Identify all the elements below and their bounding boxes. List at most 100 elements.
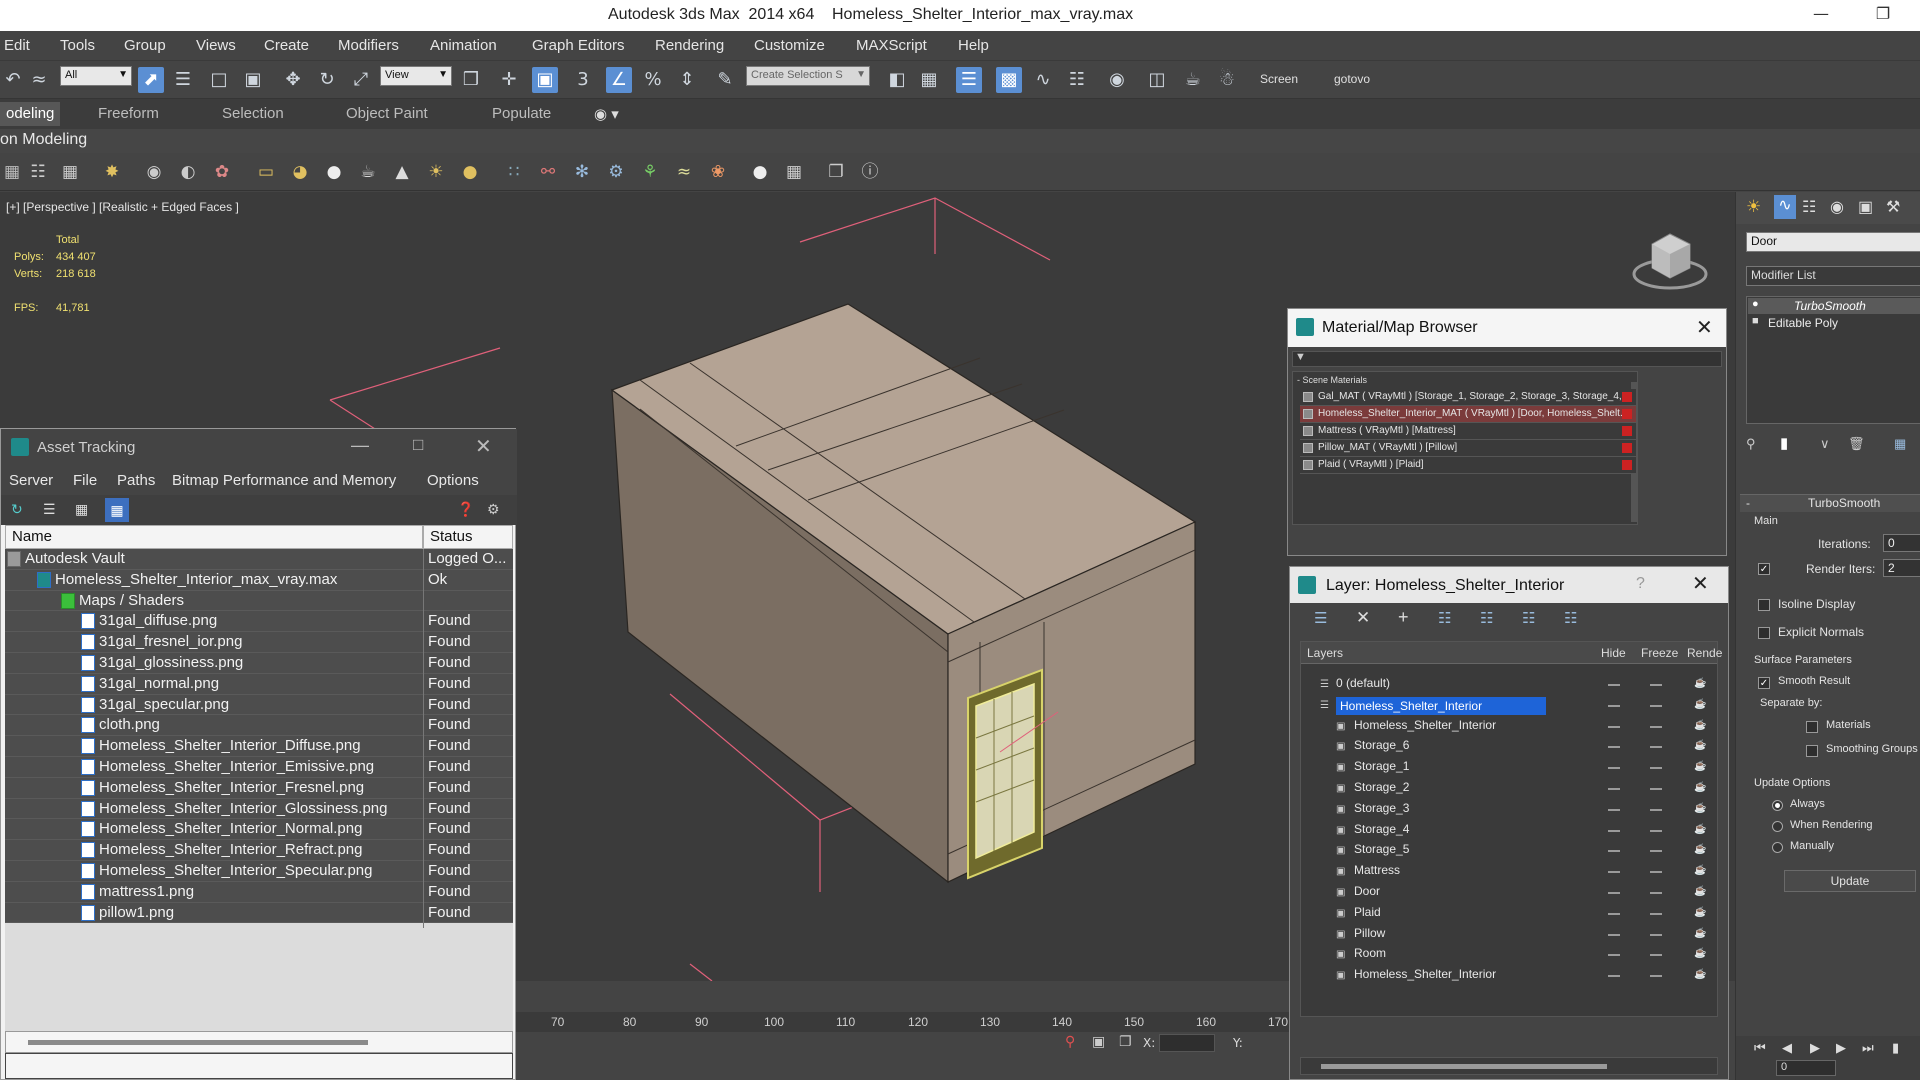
- play-icon[interactable]: ▶: [1810, 1040, 1820, 1056]
- layer-row[interactable]: ▣ Homeless_Shelter_Interior ☕: [1302, 966, 1714, 987]
- table-row[interactable]: Homeless_Shelter_Interior_Emissive.png Fo…: [5, 757, 513, 782]
- smooth-result-checkbox[interactable]: ✓: [1758, 677, 1770, 689]
- modify-tab-icon[interactable]: ∿: [1774, 195, 1796, 219]
- asset-menu-options[interactable]: Options: [427, 472, 479, 489]
- render-sphere-icon[interactable]: ●: [748, 160, 772, 184]
- ref-coord-dropdown[interactable]: View ▼: [380, 66, 452, 86]
- material-item[interactable]: Mattress ( VRayMtl ) [Mattress]: [1300, 423, 1636, 440]
- menu-help[interactable]: Help: [958, 37, 989, 54]
- gear-icon[interactable]: ⚙: [604, 160, 628, 184]
- hair-icon[interactable]: ≈: [672, 160, 696, 184]
- table-view-icon[interactable]: ▦: [75, 501, 88, 518]
- particles-icon[interactable]: ✿: [210, 160, 234, 184]
- scatter-icon[interactable]: ∷: [502, 160, 526, 184]
- add-to-layer-icon[interactable]: ☷: [1438, 609, 1451, 627]
- layer-icon[interactable]: ▦: [0, 160, 24, 184]
- freeze-toggle[interactable]: [1650, 829, 1662, 832]
- column-name[interactable]: Name: [5, 525, 423, 549]
- fire-icon[interactable]: ❀: [706, 160, 730, 184]
- menu-tools[interactable]: Tools: [60, 37, 95, 54]
- table-row[interactable]: 31gal_glossiness.png Found: [5, 653, 513, 678]
- menu-edit[interactable]: Edit: [4, 37, 30, 54]
- undo-icon[interactable]: ↶: [0, 67, 26, 93]
- render-teapot-icon[interactable]: ☕: [1694, 803, 1706, 814]
- table-row[interactable]: Homeless_Shelter_Interior_Diffuse.png Fou…: [5, 736, 513, 762]
- freeze-toggle[interactable]: [1650, 684, 1662, 686]
- refresh-icon[interactable]: ↻: [11, 501, 23, 518]
- freeze-toggle[interactable]: [1650, 933, 1662, 936]
- close-icon[interactable]: ✕: [475, 434, 492, 459]
- lightbulb-icon[interactable]: ●: [1752, 298, 1759, 310]
- absolute-mode-icon[interactable]: ❐: [1119, 1034, 1132, 1050]
- freeze-toggle[interactable]: [1650, 954, 1662, 957]
- freeze-toggle[interactable]: [1650, 808, 1662, 811]
- scale-icon[interactable]: ⤢: [348, 67, 374, 93]
- freeze-toggle[interactable]: [1650, 704, 1662, 707]
- hide-toggle[interactable]: [1608, 850, 1620, 853]
- asset-path-field[interactable]: [5, 1053, 513, 1079]
- table-row[interactable]: Homeless_Shelter_Interior_Glossiness.png…: [5, 798, 513, 824]
- move-icon[interactable]: ✥: [280, 67, 306, 93]
- render-teapot-icon[interactable]: ☕: [1694, 865, 1706, 876]
- material-item[interactable]: Pillow_MAT ( VRayMtl ) [Pillow]: [1300, 440, 1636, 457]
- hide-toggle[interactable]: [1608, 684, 1620, 686]
- curve-editor-icon[interactable]: ∿: [1030, 67, 1056, 93]
- table-row[interactable]: Autodesk Vault Logged O...: [5, 549, 513, 574]
- always-radio[interactable]: [1772, 800, 1783, 811]
- table-row[interactable]: 31gal_fresnel_ior.png Found: [5, 632, 513, 658]
- sphere-icon[interactable]: ●: [322, 160, 346, 184]
- ribbon-toggle-icon[interactable]: ▩: [996, 67, 1022, 93]
- hide-toggle[interactable]: [1608, 892, 1620, 894]
- list-view-icon[interactable]: ☰: [43, 501, 56, 518]
- show-end-result-icon[interactable]: ▮: [1780, 434, 1788, 452]
- layer-window-titlebar[interactable]: Layer: Homeless_Shelter_Interior ? ✕: [1290, 567, 1728, 603]
- grid-view-icon[interactable]: ▦: [105, 498, 129, 522]
- mirror-icon[interactable]: ◧: [884, 67, 910, 93]
- render-teapot-icon[interactable]: ☕: [1694, 886, 1706, 897]
- modifier-list-dropdown[interactable]: Modifier List: [1746, 266, 1920, 286]
- hide-toggle[interactable]: [1608, 829, 1620, 832]
- material-item[interactable]: Homeless_Shelter_Interior_MAT ( VRayMtl …: [1300, 406, 1636, 423]
- list-icon[interactable]: ☷: [26, 160, 50, 184]
- freeze-toggle[interactable]: [1650, 788, 1662, 790]
- keyboard-shortcut-icon[interactable]: ▣: [532, 67, 558, 93]
- display-tab-icon[interactable]: ▣: [1858, 197, 1873, 217]
- table-row[interactable]: Maps / Shaders: [5, 590, 513, 616]
- freeze-toggle[interactable]: [1650, 975, 1662, 978]
- asset-menu-paths[interactable]: Paths: [117, 472, 155, 489]
- minimize-icon[interactable]: —: [1806, 4, 1836, 26]
- table-row[interactable]: 31gal_normal.png Found: [5, 673, 513, 699]
- render-teapot-icon[interactable]: ☕: [1694, 699, 1706, 710]
- screen-label[interactable]: Screen: [1260, 72, 1298, 86]
- ribbon-options-icon[interactable]: ◉ ▾: [594, 105, 619, 123]
- help-icon[interactable]: ❓: [457, 501, 474, 518]
- column-layers[interactable]: Layers: [1307, 646, 1343, 660]
- hide-toggle[interactable]: [1608, 954, 1620, 957]
- tab-object-paint[interactable]: Object Paint: [346, 105, 428, 122]
- spinner-snap-icon[interactable]: ⇕: [674, 67, 700, 93]
- manually-radio[interactable]: [1772, 842, 1783, 853]
- light-bulb-icon[interactable]: ✸: [100, 160, 124, 184]
- layer-horizontal-scrollbar[interactable]: [1300, 1057, 1718, 1075]
- table-row[interactable]: mattress1.png Found: [5, 881, 513, 907]
- stack-item-editable-poly[interactable]: ■ Editable Poly: [1748, 315, 1920, 331]
- motion-tab-icon[interactable]: ◉: [1830, 197, 1844, 217]
- edit-named-selection-icon[interactable]: ✎: [712, 67, 738, 93]
- isoline-display-checkbox[interactable]: [1758, 599, 1770, 611]
- camera-icon[interactable]: ◉: [142, 160, 166, 184]
- cluster-icon[interactable]: ⚯: [536, 160, 560, 184]
- frame-buffer-icon[interactable]: ▦: [782, 160, 806, 184]
- teapot-icon[interactable]: ☕: [356, 160, 380, 184]
- freeze-toggle[interactable]: [1650, 767, 1662, 770]
- table-row[interactable]: 31gal_diffuse.png Found: [5, 611, 513, 637]
- angle-snap-icon[interactable]: ∠: [606, 67, 632, 93]
- render-iters-checkbox[interactable]: ✓: [1758, 563, 1770, 575]
- go-to-end-icon[interactable]: ⏭: [1862, 1040, 1874, 1056]
- align-icon[interactable]: ▦: [916, 67, 942, 93]
- freeze-toggle[interactable]: [1650, 850, 1662, 853]
- layer-row[interactable]: ▣ Pillow ☕: [1302, 925, 1714, 946]
- hierarchy-tab-icon[interactable]: ☷: [1802, 197, 1816, 217]
- table-row[interactable]: Homeless_Shelter_Interior_Fresnel.png Fou…: [5, 777, 513, 803]
- hide-toggle[interactable]: [1608, 704, 1620, 707]
- hide-toggle[interactable]: [1608, 912, 1620, 915]
